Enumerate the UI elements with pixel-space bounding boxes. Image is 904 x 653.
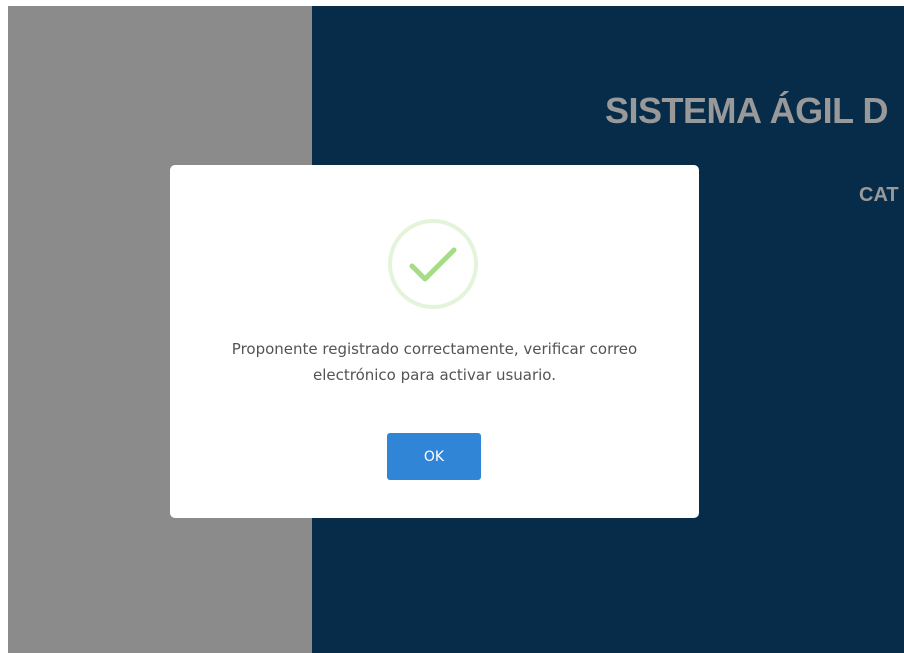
dialog-message: Proponente registrado correctamente, ver… [231, 340, 638, 384]
success-dialog: Proponente registrado correctamente, ver… [170, 165, 699, 518]
success-check-icon [388, 219, 478, 309]
ok-button[interactable]: OK [387, 433, 481, 480]
